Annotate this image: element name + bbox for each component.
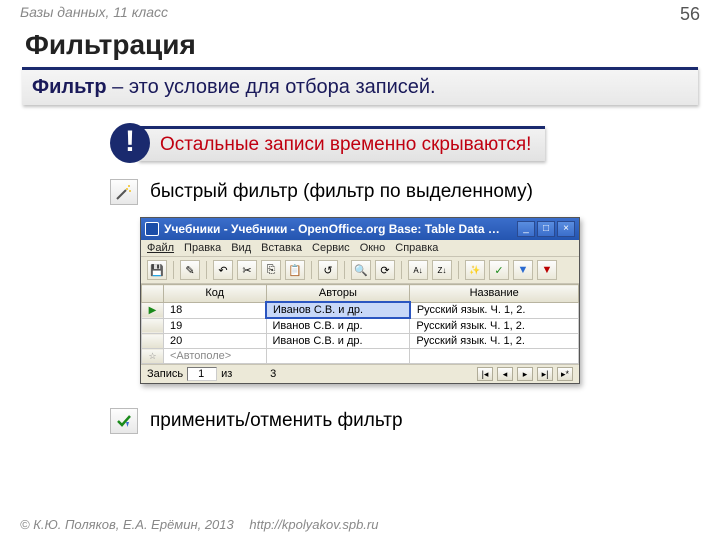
- standard-filter-icon[interactable]: ▼: [513, 260, 533, 280]
- table-row[interactable]: 20 Иванов С.В. и др. Русский язык. Ч. 1,…: [142, 334, 579, 349]
- footer-link[interactable]: http://kpolyakov.spb.ru: [249, 517, 378, 532]
- col-code[interactable]: Код: [164, 285, 267, 303]
- table-row[interactable]: ▶ 18 Иванов С.В. и др. Русский язык. Ч. …: [142, 302, 579, 318]
- autofilter-icon[interactable]: ✨: [465, 260, 485, 280]
- definition-bar: Фильтр – это условие для отбора записей.: [22, 67, 698, 105]
- apply-filter-row: применить/отменить фильтр: [0, 394, 720, 442]
- menu-edit[interactable]: Правка: [184, 242, 221, 254]
- maximize-button[interactable]: □: [537, 221, 555, 237]
- menu-help[interactable]: Справка: [395, 242, 438, 254]
- nav-new-icon[interactable]: ▸*: [557, 367, 573, 381]
- definition-term: Фильтр: [32, 76, 107, 98]
- nav-next-icon[interactable]: ▸: [517, 367, 533, 381]
- cut-icon[interactable]: ✂: [237, 260, 257, 280]
- footer: © К.Ю. Поляков, Е.А. Ерёмин, 2013 http:/…: [20, 517, 378, 532]
- apply-filter-icon[interactable]: ✓: [489, 260, 509, 280]
- note-text: Остальные записи временно скрываются!: [138, 126, 545, 161]
- data-grid[interactable]: Код Авторы Название ▶ 18 Иванов С.В. и д…: [141, 284, 579, 364]
- edit-icon[interactable]: ✎: [180, 260, 200, 280]
- menu-view[interactable]: Вид: [231, 242, 251, 254]
- col-title[interactable]: Название: [410, 285, 579, 303]
- record-total: 3: [236, 368, 276, 380]
- save-icon[interactable]: 💾: [147, 260, 167, 280]
- menu-file[interactable]: Файл: [147, 242, 174, 254]
- menu-insert[interactable]: Вставка: [261, 242, 302, 254]
- course-label: Базы данных, 11 класс: [20, 4, 168, 25]
- minimize-button[interactable]: _: [517, 221, 535, 237]
- row-selector-header[interactable]: [142, 285, 164, 303]
- quick-filter-row: быстрый фильтр (фильтр по выделенному): [0, 175, 720, 213]
- current-row-icon: ▶: [149, 305, 157, 316]
- remove-filter-icon[interactable]: ▼: [537, 260, 557, 280]
- nav-prev-icon[interactable]: ◂: [497, 367, 513, 381]
- close-button[interactable]: ×: [557, 221, 575, 237]
- undo2-icon[interactable]: ↺: [318, 260, 338, 280]
- sort-asc-icon[interactable]: A↓: [408, 260, 428, 280]
- record-label: Запись: [147, 368, 183, 380]
- new-row[interactable]: ☆ <Автополе>: [142, 349, 579, 364]
- nav-last-icon[interactable]: ▸|: [537, 367, 553, 381]
- undo-icon[interactable]: ↶: [213, 260, 233, 280]
- page-title: Фильтрация: [0, 27, 720, 67]
- menu-window[interactable]: Окно: [360, 242, 386, 254]
- copyright: © К.Ю. Поляков, Е.А. Ерёмин, 2013: [20, 517, 234, 532]
- sort-desc-icon[interactable]: Z↓: [432, 260, 452, 280]
- definition-rest: – это условие для отбора записей.: [107, 76, 436, 98]
- app-window: Учебники - Учебники - OpenOffice.org Bas…: [140, 217, 580, 384]
- titlebar: Учебники - Учебники - OpenOffice.org Bas…: [141, 218, 579, 240]
- page-number: 56: [680, 4, 700, 25]
- window-title: Учебники - Учебники - OpenOffice.org Bas…: [164, 222, 517, 236]
- note-callout: ! Остальные записи временно скрываются!: [110, 123, 720, 163]
- paste-icon[interactable]: 📋: [285, 260, 305, 280]
- menubar: Файл Правка Вид Вставка Сервис Окно Спра…: [141, 240, 579, 257]
- apply-filter-label: применить/отменить фильтр: [150, 410, 403, 432]
- refresh-icon[interactable]: ⟳: [375, 260, 395, 280]
- app-icon: [145, 222, 159, 236]
- menu-service[interactable]: Сервис: [312, 242, 350, 254]
- record-of: из: [221, 368, 232, 380]
- table-row[interactable]: 19 Иванов С.В. и др. Русский язык. Ч. 1,…: [142, 318, 579, 334]
- selected-cell[interactable]: Иванов С.В. и др.: [266, 302, 410, 318]
- quick-filter-label: быстрый фильтр (фильтр по выделенному): [150, 181, 533, 203]
- record-current[interactable]: 1: [187, 367, 217, 381]
- find-icon[interactable]: 🔍: [351, 260, 371, 280]
- check-funnel-icon: [110, 408, 138, 434]
- toolbar: 💾 ✎ ↶ ✂ ⎘ 📋 ↺ 🔍 ⟳ A↓ Z↓ ✨ ✓ ▼ ▼: [141, 257, 579, 284]
- col-authors[interactable]: Авторы: [266, 285, 410, 303]
- nav-first-icon[interactable]: |◂: [477, 367, 493, 381]
- exclamation-icon: !: [110, 123, 150, 163]
- copy-icon[interactable]: ⎘: [261, 260, 281, 280]
- record-navigator: Запись 1 из 3 |◂ ◂ ▸ ▸| ▸*: [141, 364, 579, 383]
- wand-icon: [110, 179, 138, 205]
